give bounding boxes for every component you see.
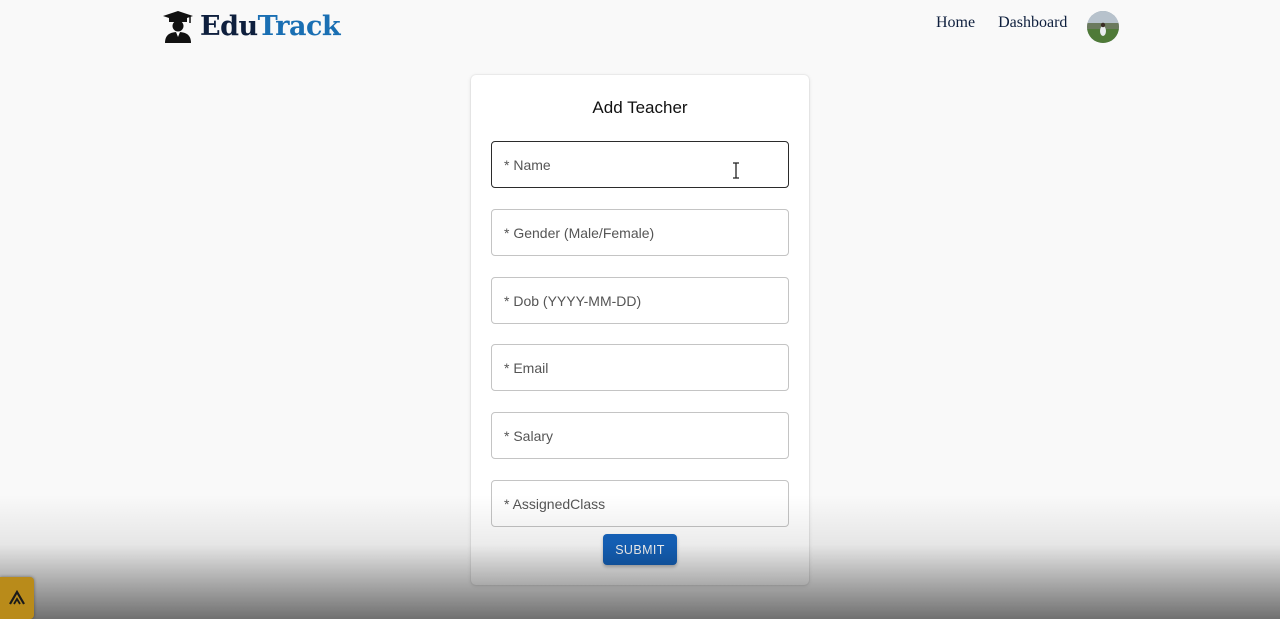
user-avatar[interactable]	[1087, 11, 1119, 43]
gender-field[interactable]	[491, 209, 789, 256]
add-teacher-card: Add Teacher SUBMIT	[471, 75, 809, 585]
brand-name: EduTrack	[200, 11, 341, 43]
page: EduTrack Home Dashboard Add Teacher SUB	[0, 0, 1280, 619]
app-launcher-icon	[9, 590, 25, 605]
name-field[interactable]	[491, 141, 789, 188]
brand-name-part1: Edu	[200, 11, 258, 42]
brand-logo[interactable]: EduTrack	[163, 10, 341, 44]
nav-dashboard-link[interactable]: Dashboard	[998, 14, 1067, 32]
nav-home-link[interactable]: Home	[936, 14, 975, 32]
email-field[interactable]	[491, 344, 789, 391]
app-launcher-button[interactable]	[0, 577, 34, 619]
dob-field[interactable]	[491, 277, 789, 324]
graduate-cap-icon	[163, 11, 193, 43]
top-navbar: EduTrack Home Dashboard	[0, 0, 1280, 56]
assigned-class-field[interactable]	[491, 480, 789, 527]
submit-button[interactable]: SUBMIT	[603, 534, 677, 565]
salary-field[interactable]	[491, 412, 789, 459]
brand-name-part2: Track	[257, 11, 341, 42]
avatar-photo	[1087, 11, 1119, 43]
main-nav: Home Dashboard	[936, 14, 1067, 32]
form-title: Add Teacher	[592, 98, 688, 117]
